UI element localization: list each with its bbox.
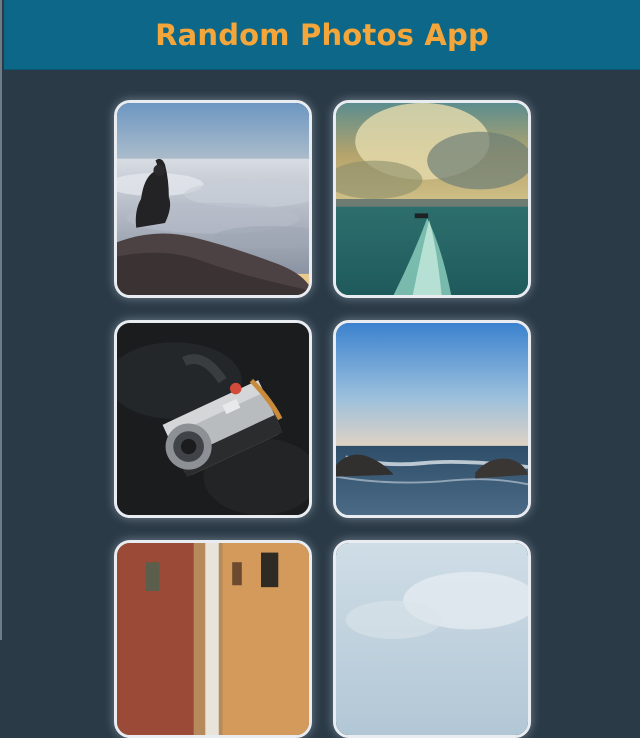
photo-card-1[interactable] <box>114 100 312 298</box>
photo-sky <box>336 543 528 735</box>
photo-card-2[interactable] <box>333 100 531 298</box>
photo-card-5[interactable] <box>114 540 312 738</box>
photo-card-4[interactable] <box>333 320 531 518</box>
photo-street <box>117 543 309 735</box>
photo-card-3[interactable] <box>114 320 312 518</box>
app-frame: Random Photos App <box>0 0 640 738</box>
photo-boat-wake <box>336 103 528 295</box>
photo-ocean <box>336 323 528 515</box>
photo-camera <box>117 323 309 515</box>
photo-clouds-person <box>117 103 309 295</box>
photo-grid <box>2 0 640 738</box>
photo-card-6[interactable] <box>333 540 531 738</box>
